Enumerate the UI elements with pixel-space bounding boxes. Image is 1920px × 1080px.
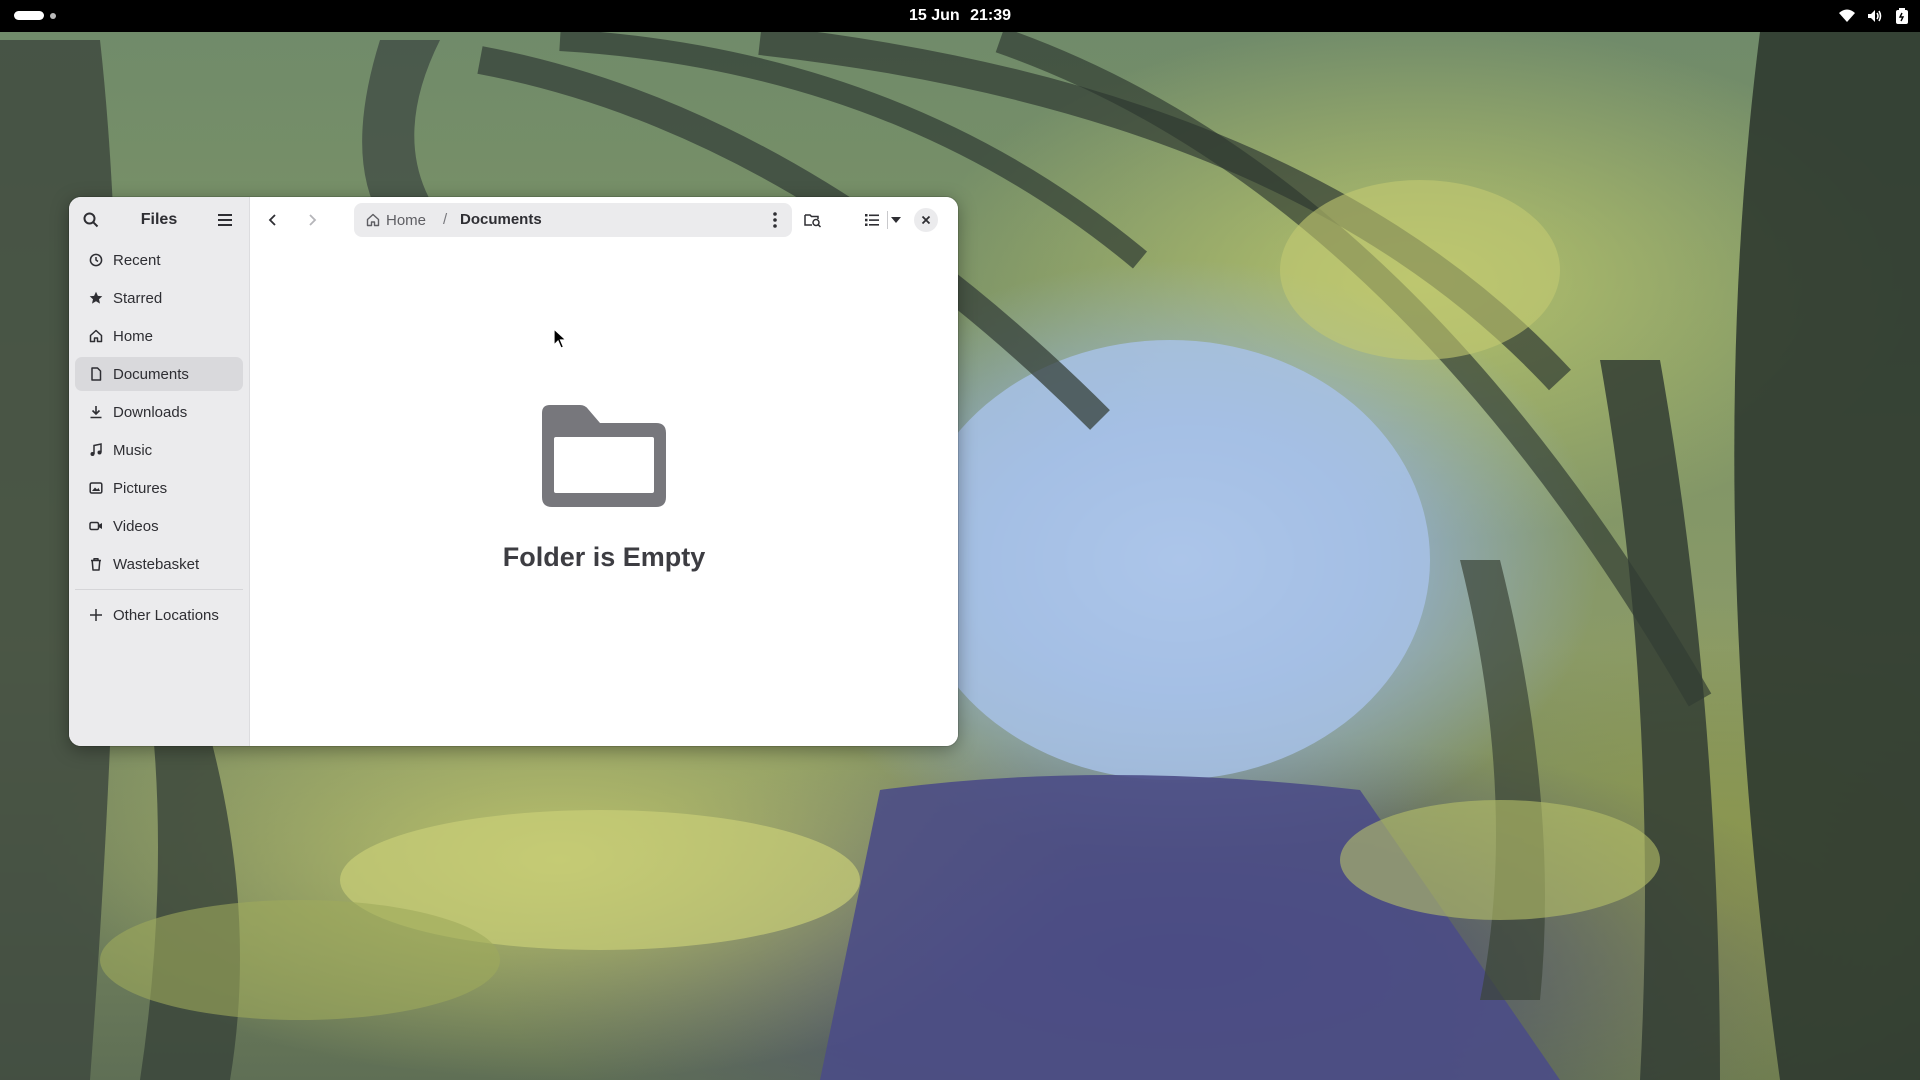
sidebar: Files Recent Starred Home Documents Down… <box>69 197 250 746</box>
clock-time: 21:39 <box>970 7 1012 24</box>
battery-icon <box>1896 8 1908 24</box>
breadcrumb-separator: / <box>443 211 448 228</box>
sidebar-separator <box>75 589 243 590</box>
music-icon <box>89 443 103 457</box>
sidebar-item-starred[interactable]: Starred <box>75 281 243 315</box>
list-view-icon <box>865 214 879 226</box>
folder-icon <box>542 405 666 507</box>
picture-icon <box>89 481 103 495</box>
other-places-list: Other Locations <box>69 598 249 632</box>
sidebar-item-label: Music <box>113 441 153 459</box>
main-content: Home / Documents Folder is Empty <box>250 197 958 746</box>
sidebar-item-label: Documents <box>113 365 189 383</box>
sidebar-item-documents[interactable]: Documents <box>75 357 243 391</box>
forward-button[interactable] <box>295 203 329 237</box>
sidebar-item-label: Videos <box>113 517 159 535</box>
sidebar-item-wastebasket[interactable]: Wastebasket <box>75 547 243 581</box>
plus-icon <box>89 608 103 622</box>
document-icon <box>89 367 103 381</box>
sidebar-item-label: Recent <box>113 251 161 269</box>
breadcrumb-home-label: Home <box>386 211 427 229</box>
more-vertical-icon <box>773 212 777 228</box>
star-icon <box>89 291 103 305</box>
sidebar-item-label: Downloads <box>113 403 188 421</box>
sidebar-item-label: Other Locations <box>113 606 219 624</box>
sidebar-item-other-locations[interactable]: Other Locations <box>75 598 243 632</box>
wifi-icon <box>1839 9 1855 22</box>
volume-icon <box>1868 10 1882 22</box>
sidebar-item-home[interactable]: Home <box>75 319 243 353</box>
download-icon <box>89 405 103 419</box>
mouse-pointer-icon <box>553 328 567 349</box>
header-bar: Home / Documents <box>250 197 958 243</box>
folder-menu-button[interactable] <box>758 203 792 237</box>
places-list: Recent Starred Home Documents Downloads … <box>69 243 249 581</box>
files-window: Files Recent Starred Home Documents Down… <box>69 197 958 746</box>
sidebar-item-label: Pictures <box>113 479 168 497</box>
sidebar-item-label: Home <box>113 327 154 345</box>
breadcrumb-home[interactable]: Home <box>366 203 426 237</box>
clock-icon <box>89 253 103 267</box>
empty-folder-title: Folder is Empty <box>502 542 706 572</box>
sidebar-item-downloads[interactable]: Downloads <box>75 395 243 429</box>
sidebar-item-pictures[interactable]: Pictures <box>75 471 243 505</box>
sidebar-item-recent[interactable]: Recent <box>75 243 243 277</box>
dropdown-arrow-icon <box>891 217 901 223</box>
chevron-left-icon <box>268 214 276 226</box>
sidebar-item-label: Wastebasket <box>113 555 200 573</box>
system-tray[interactable] <box>1838 7 1910 25</box>
sidebar-item-music[interactable]: Music <box>75 433 243 467</box>
view-options-button[interactable] <box>881 203 911 237</box>
hamburger-menu-icon <box>218 214 232 226</box>
sidebar-item-label: Starred <box>113 289 163 307</box>
sidebar-header: Files <box>69 197 249 243</box>
breadcrumb-current[interactable]: Documents <box>460 203 542 237</box>
top-bar: 15 Jun 21:39 <box>0 0 1920 32</box>
chevron-right-icon <box>309 214 317 226</box>
clock-date: 15 Jun <box>908 7 960 24</box>
main-menu-button[interactable] <box>208 203 242 237</box>
trash-icon <box>89 557 103 571</box>
sidebar-item-videos[interactable]: Videos <box>75 509 243 543</box>
empty-folder-placeholder: Folder is Empty <box>250 397 958 573</box>
close-icon <box>921 215 931 225</box>
clock[interactable]: 15 Jun 21:39 <box>0 0 1920 32</box>
close-button[interactable] <box>914 208 938 232</box>
back-button[interactable] <box>256 203 290 237</box>
path-bar[interactable]: Home / Documents <box>354 203 792 237</box>
home-icon <box>89 329 103 343</box>
home-icon <box>366 213 380 227</box>
video-icon <box>89 519 103 533</box>
folder-search-icon <box>804 214 822 228</box>
search-folder-button[interactable] <box>796 203 830 237</box>
